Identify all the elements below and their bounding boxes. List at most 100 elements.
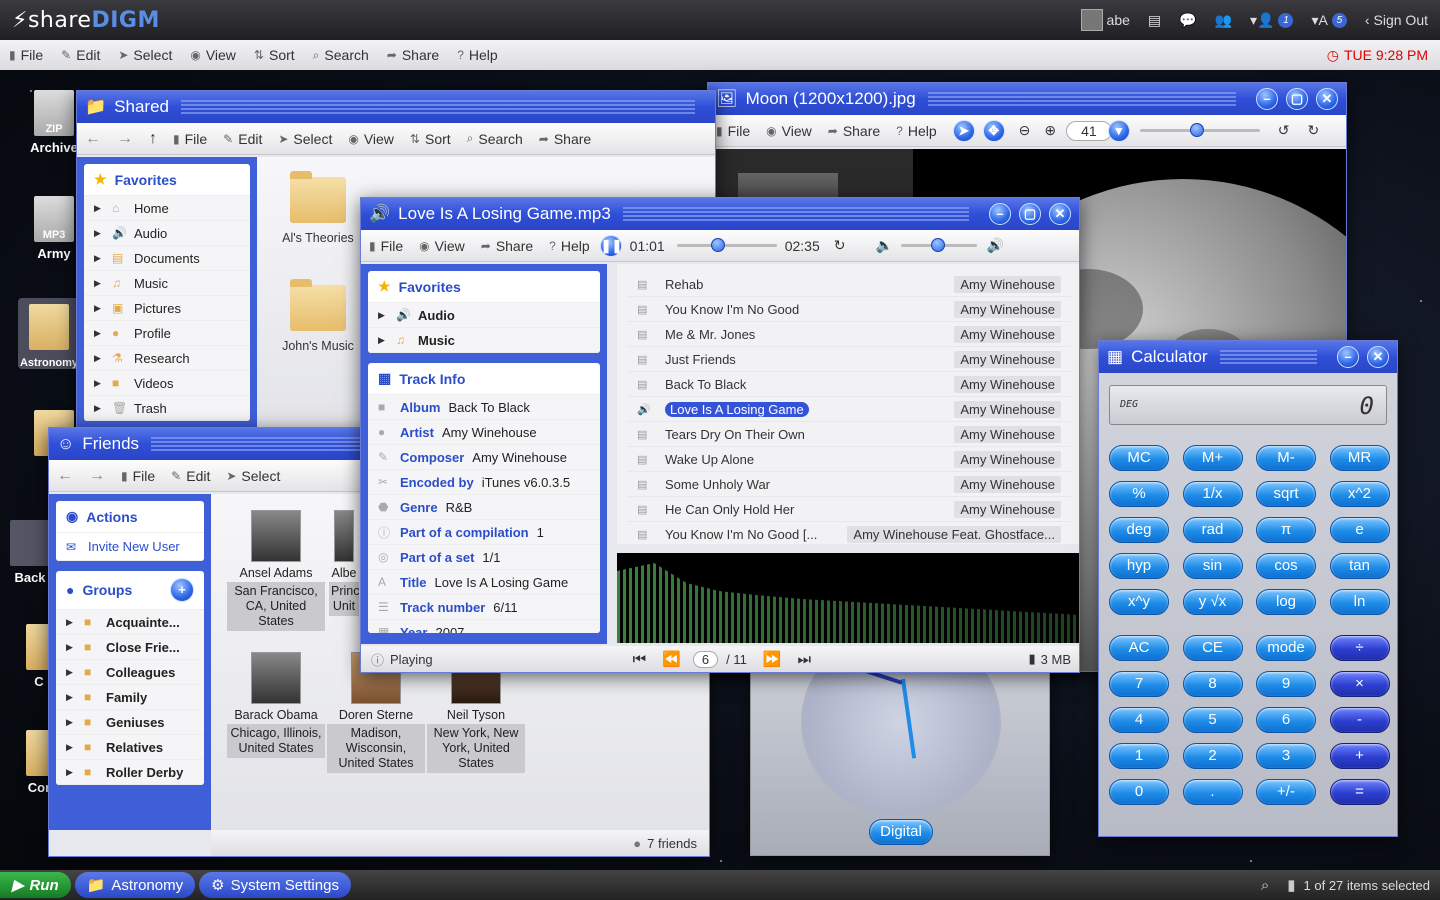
maximize-button[interactable]: ▢ <box>1019 203 1041 225</box>
group-item[interactable]: ▶ ■ Colleagues <box>56 660 204 685</box>
volume-low-icon[interactable]: 🔈 <box>875 237 892 254</box>
track-row[interactable]: ▤ Rehab Amy Winehouse <box>627 272 1071 297</box>
user-search-icon[interactable]: 👥 <box>1215 12 1232 29</box>
calc-key[interactable]: sin <box>1182 553 1243 579</box>
calc-key[interactable]: 6 <box>1256 707 1316 733</box>
group-item[interactable]: ▶ ■ Geniuses <box>56 710 204 735</box>
calc-key[interactable]: + <box>1329 743 1390 769</box>
chat-icon[interactable]: 💬 <box>1179 12 1196 29</box>
menu-edit[interactable]: ✎ Edit <box>163 468 218 484</box>
volume-slider[interactable] <box>900 238 977 252</box>
calc-key[interactable]: 2 <box>1182 743 1243 769</box>
calc-key[interactable]: M- <box>1256 445 1316 471</box>
pointer-tool-button[interactable]: ➤ <box>952 119 975 142</box>
menu-search[interactable]: ⌕ Search <box>304 47 378 63</box>
zoom-slider[interactable] <box>1139 123 1260 137</box>
minimize-button[interactable]: – <box>989 203 1011 225</box>
track-row[interactable]: ▤ Me & Mr. Jones Amy Winehouse <box>627 322 1071 347</box>
calc-key[interactable]: MR <box>1329 445 1390 471</box>
menu-select[interactable]: ➤ Select <box>218 468 288 484</box>
calc-key[interactable]: deg <box>1109 517 1169 543</box>
minimize-button[interactable]: – <box>1256 88 1278 110</box>
calc-key[interactable]: M+ <box>1182 445 1243 471</box>
menu-help[interactable]: ? Help <box>541 238 597 254</box>
track-info-header[interactable]: ▦ Track Info <box>368 363 600 395</box>
menu-help[interactable]: ? Help <box>888 123 944 139</box>
friend-card[interactable]: Barack Obama Chicago, Illinois, United St… <box>227 652 325 758</box>
zoom-out-icon[interactable]: ⊖ <box>1019 122 1031 139</box>
track-row[interactable]: ▤ You Know I'm No Good Amy Winehouse <box>627 297 1071 322</box>
sidebar-item-profile[interactable]: ▶ ● Profile <box>84 321 250 346</box>
menu-edit[interactable]: ✎ Edit <box>52 47 109 63</box>
calc-key[interactable]: sqrt <box>1256 481 1316 507</box>
calc-key[interactable]: log <box>1256 589 1316 615</box>
desktop-icon-archive[interactable]: ZIP Archive <box>24 90 84 155</box>
search-icon[interactable]: ⌕ <box>1261 877 1269 894</box>
group-item[interactable]: ▶ ■ Relatives <box>56 735 204 760</box>
close-button[interactable]: ✕ <box>1049 203 1071 225</box>
seek-slider-knob[interactable] <box>710 238 725 252</box>
sidebar-item-audio[interactable]: ▶ 🔊 Audio <box>368 303 600 328</box>
calc-key[interactable]: 4 <box>1109 707 1169 733</box>
volume-high-icon[interactable]: 🔊 <box>987 237 1004 254</box>
friend-card[interactable]: Ansel Adams San Francisco, CA, United Sta… <box>227 510 325 631</box>
group-item[interactable]: ▶ ■ Roller Derby <box>56 760 204 785</box>
sidebar-item-documents[interactable]: ▶ ▤ Documents <box>84 246 250 271</box>
menu-share[interactable]: ➦ Share <box>473 238 541 254</box>
friend-card[interactable]: Albe Princ Unit <box>329 510 359 616</box>
track-row[interactable]: ▤ Just Friends Amy Winehouse <box>627 347 1071 372</box>
menu-view[interactable]: ◉ View <box>411 238 473 254</box>
invite-user-button[interactable]: ✉ Invite New User <box>56 533 204 561</box>
group-item[interactable]: ▶ ■ Acquainte... <box>56 610 204 635</box>
calc-key[interactable]: CE <box>1182 635 1243 661</box>
menu-share[interactable]: ➦ Share <box>531 131 599 147</box>
calc-key[interactable]: mode <box>1256 635 1316 661</box>
maximize-button[interactable]: ▢ <box>1286 88 1308 110</box>
folder-tile[interactable]: Al's Theories <box>277 171 359 245</box>
menu-help[interactable]: ? Help <box>448 47 506 63</box>
menu-sort[interactable]: ⇅ Sort <box>245 47 304 63</box>
back-icon[interactable]: ← <box>49 467 81 485</box>
forward-icon[interactable]: → <box>109 130 141 148</box>
track-row[interactable]: ▤ Back To Black Amy Winehouse <box>627 372 1071 397</box>
sidebar-item-research[interactable]: ▶ ⚗ Research <box>84 346 250 371</box>
rotate-right-icon[interactable]: ↻ <box>1307 122 1319 139</box>
calc-key[interactable]: tan <box>1329 553 1390 579</box>
calc-key[interactable]: π <box>1256 517 1316 543</box>
forward-icon[interactable]: → <box>81 467 113 485</box>
desktop-icon-astronomy[interactable]: Astronomy <box>18 298 80 369</box>
groups-header[interactable]: ● Groups + <box>56 571 204 610</box>
previous-icon[interactable]: ⏪ <box>662 650 681 668</box>
card-icon[interactable]: ▤ <box>1148 12 1161 29</box>
track-row[interactable]: ▤ Some Unholy War Amy Winehouse <box>627 472 1071 497</box>
menu-view[interactable]: ◉ View <box>181 47 245 63</box>
calc-key[interactable]: . <box>1182 779 1243 805</box>
add-user-menu[interactable]: ▾👤 1 <box>1250 12 1294 29</box>
calc-key[interactable]: rad <box>1182 517 1243 543</box>
app-logo[interactable]: ⚡shareDIGM <box>12 8 160 33</box>
track-row[interactable]: ▤ Tears Dry On Their Own Amy Winehouse <box>627 422 1071 447</box>
favorites-header[interactable]: ★ Favorites <box>84 164 250 196</box>
sidebar-item-pictures[interactable]: ▶ ▣ Pictures <box>84 296 250 321</box>
notification-menu[interactable]: ▾A 5 <box>1311 12 1347 29</box>
track-number-input[interactable]: 6 <box>692 650 719 668</box>
group-item[interactable]: ▶ ■ Close Frie... <box>56 635 204 660</box>
sidebar-item-music[interactable]: ▶ ♫ Music <box>84 271 250 296</box>
calc-key[interactable]: 9 <box>1256 671 1316 697</box>
calc-key[interactable]: e <box>1329 517 1390 543</box>
favorites-header[interactable]: ★ Favorites <box>368 271 600 303</box>
actions-header[interactable]: ◉ Actions <box>56 501 204 533</box>
user-menu[interactable]: abe <box>1080 9 1130 31</box>
menu-file[interactable]: ▮ File <box>113 468 163 484</box>
close-button[interactable]: ✕ <box>1367 346 1389 368</box>
menu-sort[interactable]: ⇅ Sort <box>402 131 459 147</box>
group-item[interactable]: ▶ ■ Family <box>56 685 204 710</box>
calc-key[interactable]: ÷ <box>1329 635 1390 661</box>
calc-key[interactable]: 1 <box>1109 743 1169 769</box>
taskbar-item-astronomy[interactable]: 📁 Astronomy <box>74 872 196 898</box>
sidebar-item-videos[interactable]: ▶ ■ Videos <box>84 371 250 396</box>
sign-out-button[interactable]: ‹ Sign Out <box>1365 12 1428 28</box>
menu-file[interactable]: ▮ File <box>0 47 52 63</box>
track-row[interactable]: ▤ Wake Up Alone Amy Winehouse <box>627 447 1071 472</box>
zoom-input[interactable]: 41 <box>1066 120 1112 141</box>
